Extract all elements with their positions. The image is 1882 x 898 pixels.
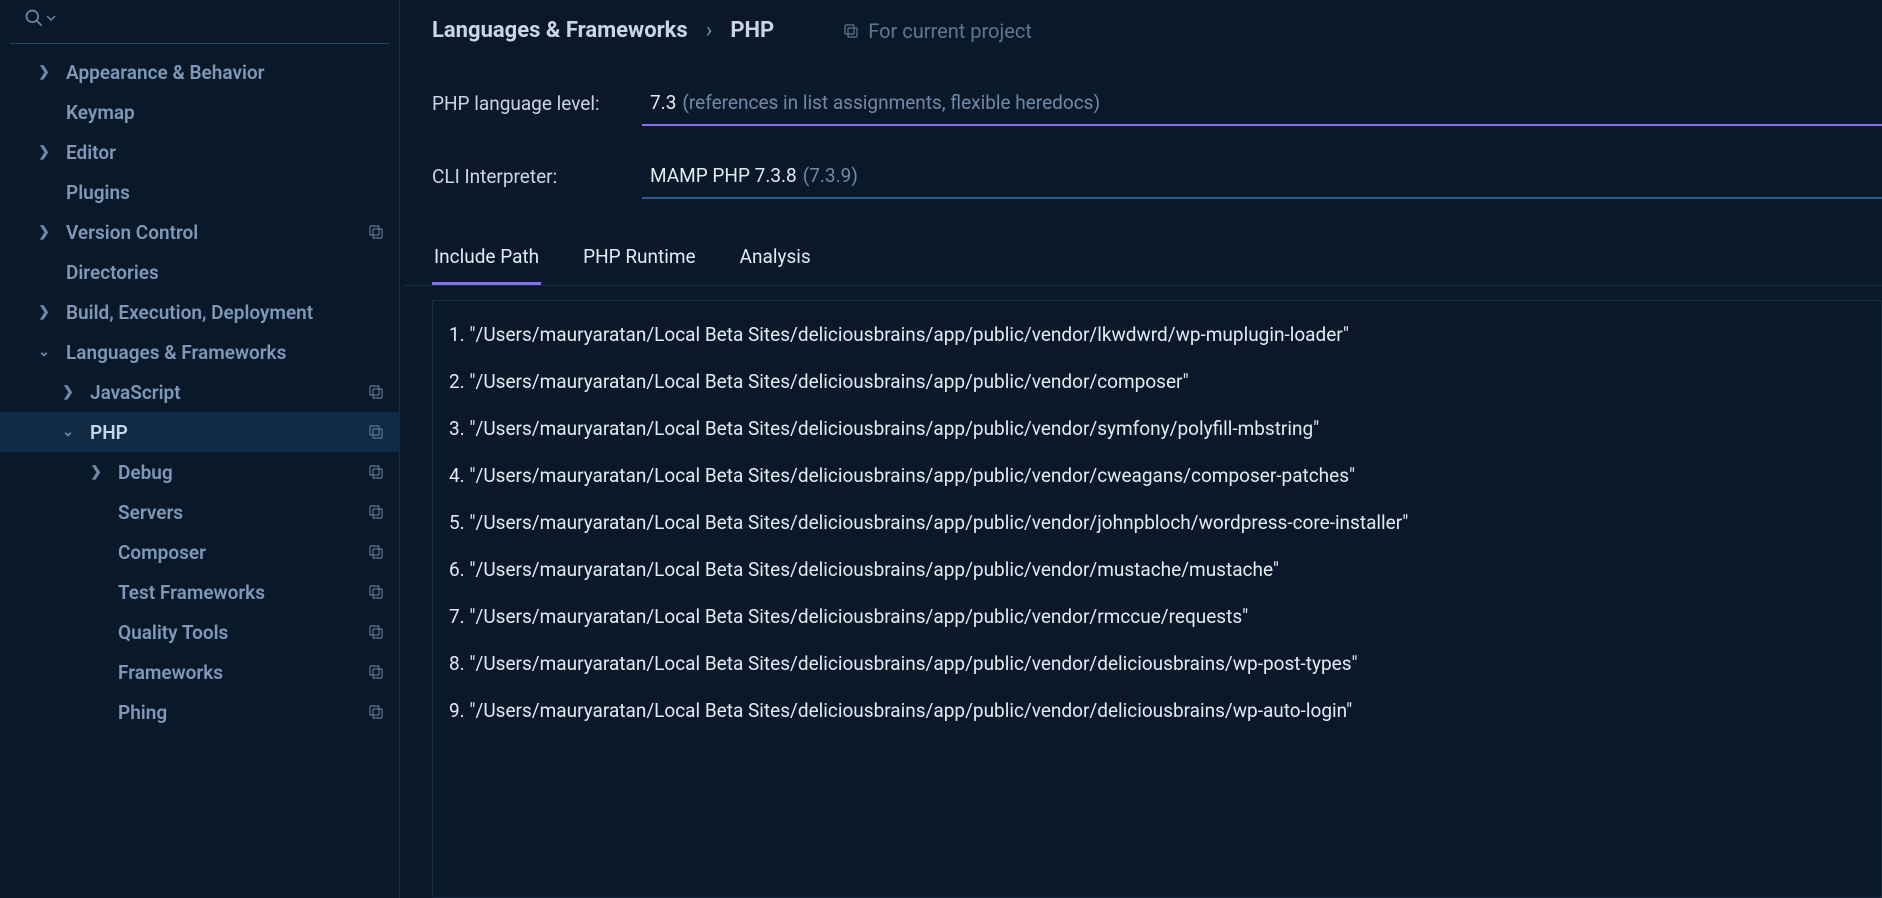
sidebar-item-label: Composer bbox=[118, 541, 367, 564]
search-icon[interactable] bbox=[24, 8, 56, 28]
sidebar-item-label: JavaScript bbox=[90, 381, 367, 404]
project-scope-icon bbox=[367, 663, 385, 681]
project-scope-icon bbox=[367, 383, 385, 401]
sidebar-item-label: Languages & Frameworks bbox=[66, 341, 367, 364]
sidebar-item-label: Servers bbox=[118, 501, 367, 524]
sidebar-item-label: Quality Tools bbox=[118, 621, 367, 644]
project-scope-icon bbox=[367, 583, 385, 601]
cli-interpreter-row: CLI Interpreter: MAMP PHP 7.3.8 (7.3.9) bbox=[404, 144, 1882, 199]
cli-interpreter-select[interactable]: MAMP PHP 7.3.8 (7.3.9) bbox=[642, 154, 1882, 199]
include-path-row[interactable]: 8. "/Users/mauryaratan/Local Beta Sites/… bbox=[449, 640, 1865, 687]
sidebar-item-version-control[interactable]: ❯ Version Control bbox=[0, 212, 399, 252]
sidebar-item-test-frameworks[interactable]: ❯Test Frameworks bbox=[0, 572, 399, 612]
sidebar-item-label: Directories bbox=[66, 261, 367, 284]
project-scope-badge: For current project bbox=[842, 19, 1032, 43]
copy-icon bbox=[842, 22, 860, 40]
sidebar-item-label: Debug bbox=[118, 461, 367, 484]
sidebar-item-composer[interactable]: ❯Composer bbox=[0, 532, 399, 572]
sidebar-item-label: Editor bbox=[66, 141, 367, 164]
sidebar-item-directories[interactable]: ❯Directories bbox=[0, 252, 399, 292]
expand-arrow-icon[interactable]: ❯ bbox=[36, 224, 52, 240]
include-path-row[interactable]: 7. "/Users/mauryaratan/Local Beta Sites/… bbox=[449, 593, 1865, 640]
include-path-row[interactable]: 6. "/Users/mauryaratan/Local Beta Sites/… bbox=[449, 546, 1865, 593]
cli-interpreter-label: CLI Interpreter: bbox=[432, 165, 642, 188]
sidebar-item-frameworks[interactable]: ❯Frameworks bbox=[0, 652, 399, 692]
php-language-level-label: PHP language level: bbox=[432, 92, 642, 115]
sidebar-item-label: Test Frameworks bbox=[118, 581, 367, 604]
include-path-row[interactable]: 1. "/Users/mauryaratan/Local Beta Sites/… bbox=[449, 311, 1865, 358]
sidebar-item-phing[interactable]: ❯Phing bbox=[0, 692, 399, 732]
expand-arrow-icon[interactable]: ⌄ bbox=[60, 424, 76, 440]
search-row bbox=[10, 0, 389, 44]
breadcrumb-current: PHP bbox=[730, 18, 774, 43]
breadcrumb-parent[interactable]: Languages & Frameworks bbox=[432, 18, 688, 43]
expand-arrow-icon[interactable]: ❯ bbox=[60, 384, 76, 400]
include-path-row[interactable]: 9. "/Users/mauryaratan/Local Beta Sites/… bbox=[449, 687, 1865, 734]
include-path-row[interactable]: 4. "/Users/mauryaratan/Local Beta Sites/… bbox=[449, 452, 1865, 499]
include-path-row[interactable]: 2. "/Users/mauryaratan/Local Beta Sites/… bbox=[449, 358, 1865, 405]
project-scope-icon bbox=[367, 423, 385, 441]
project-scope-icon bbox=[367, 623, 385, 641]
sidebar-item-label: Keymap bbox=[66, 101, 367, 124]
breadcrumb: Languages & Frameworks › PHP For current… bbox=[404, 0, 1882, 53]
expand-arrow-icon[interactable]: ❯ bbox=[36, 144, 52, 160]
tab-analysis[interactable]: Analysis bbox=[738, 235, 813, 285]
sidebar-item-servers[interactable]: ❯Servers bbox=[0, 492, 399, 532]
sidebar-item-label: Frameworks bbox=[118, 661, 367, 684]
sidebar-item-label: PHP bbox=[90, 421, 367, 444]
sidebar-item-appearance-behavior[interactable]: ❯ Appearance & Behavior bbox=[0, 52, 399, 92]
project-scope-icon bbox=[367, 543, 385, 561]
expand-arrow-icon[interactable]: ❯ bbox=[36, 64, 52, 80]
php-language-level-select[interactable]: 7.3 (references in list assignments, fle… bbox=[642, 81, 1882, 126]
sidebar-item-javascript[interactable]: ❯ JavaScript bbox=[0, 372, 399, 412]
expand-arrow-icon[interactable]: ❯ bbox=[36, 304, 52, 320]
tab-php-runtime[interactable]: PHP Runtime bbox=[581, 235, 698, 285]
project-scope-icon bbox=[367, 463, 385, 481]
chevron-right-icon: › bbox=[706, 18, 713, 43]
settings-sidebar: ❯Appearance & Behavior❯Keymap❯Editor❯Plu… bbox=[0, 0, 400, 898]
sidebar-item-build-execution-deployment[interactable]: ❯ Build, Execution, Deployment bbox=[0, 292, 399, 332]
sidebar-item-keymap[interactable]: ❯Keymap bbox=[0, 92, 399, 132]
sidebar-item-editor[interactable]: ❯ Editor bbox=[0, 132, 399, 172]
tab-bar: Include Path PHP Runtime Analysis bbox=[404, 235, 1882, 286]
sidebar-item-label: Build, Execution, Deployment bbox=[66, 301, 367, 324]
sidebar-item-label: Appearance & Behavior bbox=[66, 61, 367, 84]
include-path-row[interactable]: 3. "/Users/mauryaratan/Local Beta Sites/… bbox=[449, 405, 1865, 452]
project-scope-icon bbox=[367, 703, 385, 721]
sidebar-item-label: Version Control bbox=[66, 221, 367, 244]
main-panel: Languages & Frameworks › PHP For current… bbox=[400, 0, 1882, 898]
expand-arrow-icon[interactable]: ❯ bbox=[88, 464, 104, 480]
sidebar-item-debug[interactable]: ❯ Debug bbox=[0, 452, 399, 492]
php-language-level-row: PHP language level: 7.3 (references in l… bbox=[404, 71, 1882, 126]
sidebar-item-quality-tools[interactable]: ❯Quality Tools bbox=[0, 612, 399, 652]
sidebar-item-label: Plugins bbox=[66, 181, 367, 204]
sidebar-item-plugins[interactable]: ❯Plugins bbox=[0, 172, 399, 212]
expand-arrow-icon[interactable]: ⌄ bbox=[36, 344, 52, 360]
project-scope-icon bbox=[367, 503, 385, 521]
settings-tree: ❯Appearance & Behavior❯Keymap❯Editor❯Plu… bbox=[0, 48, 399, 898]
sidebar-item-label: Phing bbox=[118, 701, 367, 724]
tab-include-path[interactable]: Include Path bbox=[432, 235, 541, 285]
sidebar-item-languages-frameworks[interactable]: ⌄ Languages & Frameworks bbox=[0, 332, 399, 372]
project-scope-icon bbox=[367, 223, 385, 241]
include-path-list[interactable]: 1. "/Users/mauryaratan/Local Beta Sites/… bbox=[432, 300, 1882, 898]
sidebar-item-php[interactable]: ⌄ PHP bbox=[0, 412, 399, 452]
include-path-row[interactable]: 5. "/Users/mauryaratan/Local Beta Sites/… bbox=[449, 499, 1865, 546]
